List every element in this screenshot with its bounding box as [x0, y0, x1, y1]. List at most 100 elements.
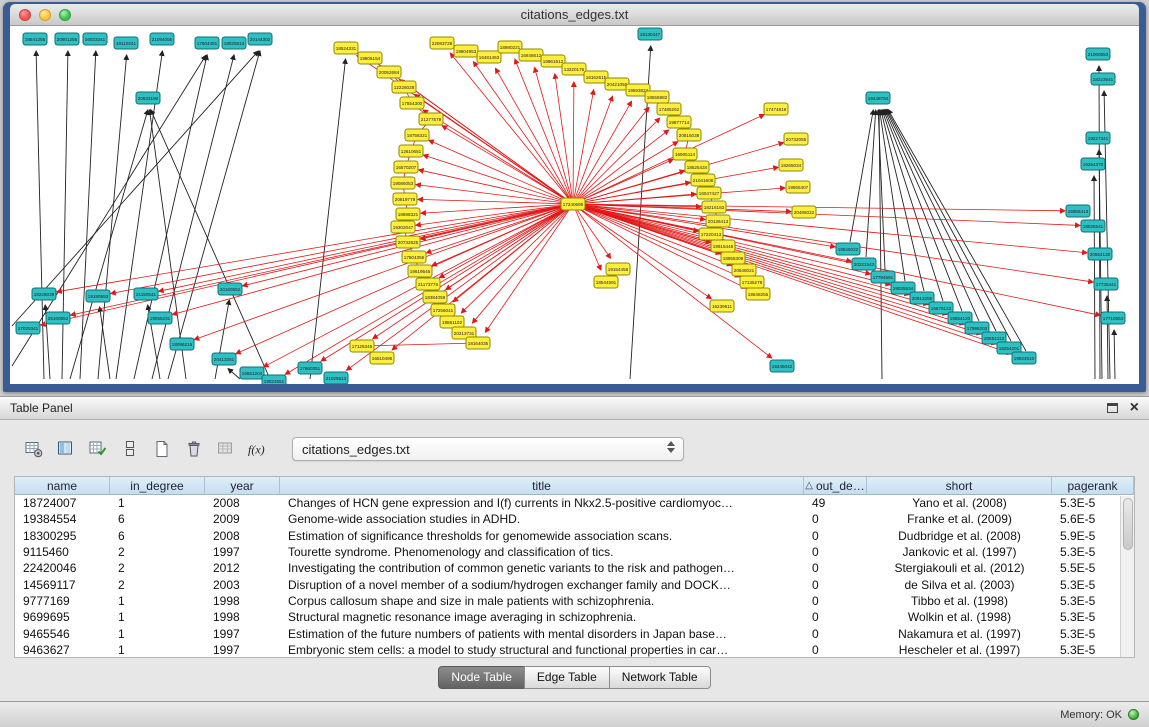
graph-node[interactable]: 19915445 [711, 240, 735, 252]
graph-node[interactable]: 22083728 [430, 37, 454, 49]
graph-node[interactable]: 18025513 [222, 37, 246, 49]
table-cell[interactable]: Tourette syndrome. Phenomenology and cla… [280, 544, 804, 560]
table-cell[interactable]: 9115460 [15, 544, 110, 560]
table-cell[interactable]: Estimation of significance thresholds fo… [280, 528, 804, 544]
network-table-selector[interactable]: citations_edges.txt [292, 437, 684, 461]
graph-node[interactable]: 21025513 [324, 372, 348, 384]
tab-node-table[interactable]: Node Table [438, 666, 525, 689]
edit-columns-button[interactable] [84, 436, 112, 462]
graph-node[interactable]: 18544591 [594, 276, 618, 288]
graph-node[interactable]: 18265034 [779, 159, 803, 171]
table-cell[interactable]: 2 [110, 560, 205, 576]
table-cell[interactable]: Dudbridge et al. (2008) [867, 528, 1052, 544]
table-cell[interactable]: 2008 [205, 528, 280, 544]
table-cell[interactable]: 18300295 [15, 528, 110, 544]
graph-node[interactable]: 19086053 [391, 177, 415, 189]
graph-node[interactable]: 20801255 [55, 33, 79, 45]
table-cell[interactable]: Nakamura et al. (1997) [867, 625, 1052, 641]
graph-node[interactable]: 17025341 [16, 322, 40, 334]
graph-node[interactable]: 17794561 [871, 271, 895, 283]
graph-node[interactable]: 20732625 [396, 236, 420, 248]
table-cell[interactable]: 9699695 [15, 609, 110, 625]
table-cell[interactable]: 22420046 [15, 560, 110, 576]
graph-node[interactable]: 18525434 [685, 161, 709, 173]
graph-node[interactable]: 17554300 [400, 97, 424, 109]
graph-node[interactable]: 20554130 [1088, 248, 1112, 260]
graph-node[interactable]: 19961612 [541, 55, 565, 67]
table-cell[interactable]: 1998 [205, 609, 280, 625]
row-height-button[interactable] [116, 436, 144, 462]
table-cell[interactable]: 1997 [205, 642, 280, 658]
graph-node[interactable]: 17485262 [657, 103, 681, 115]
graph-node[interactable]: 20633190 [136, 92, 160, 104]
graph-node[interactable]: 19448794 [866, 92, 890, 104]
column-header-short[interactable]: short [867, 477, 1052, 494]
table-cell[interactable]: Embryonic stem cells: a model to study s… [280, 642, 804, 658]
graph-node[interactable]: 17604491 [195, 37, 219, 49]
graph-node[interactable]: 21094055 [150, 33, 174, 45]
column-header-pagerank[interactable]: pagerank [1052, 477, 1134, 494]
graph-node[interactable]: 19190553 [86, 290, 110, 302]
table-cell[interactable]: 2012 [205, 560, 280, 576]
graph-node[interactable]: 20548021 [732, 264, 756, 276]
table-cell[interactable]: 0 [804, 511, 867, 527]
graph-node[interactable]: 17735441 [1094, 278, 1118, 290]
graph-node[interactable]: 18384059 [423, 291, 447, 303]
graph-node[interactable]: 20815038 [677, 129, 701, 141]
graph-node[interactable]: 20052684 [377, 66, 401, 78]
table-cell[interactable]: 1 [110, 495, 205, 511]
graph-node[interactable]: 18524331 [334, 42, 358, 54]
graph-node[interactable]: 18955309 [721, 252, 745, 264]
table-cell[interactable]: Changes of HCN gene expression and I(f) … [280, 495, 804, 511]
graph-node[interactable]: 19548255 [746, 288, 770, 300]
graph-node[interactable]: 19877714 [667, 116, 691, 128]
table-cell[interactable]: Jankovic et al. (1997) [867, 544, 1052, 560]
graph-node[interactable]: 18096215 [170, 338, 194, 350]
graph-node[interactable]: 21060553 [1086, 48, 1110, 60]
table-cell[interactable]: 0 [804, 642, 867, 658]
table-scrollbar[interactable] [1120, 496, 1134, 657]
table-cell[interactable]: 6 [110, 511, 205, 527]
graph-node[interactable]: 18698321 [396, 208, 420, 220]
graph-node[interactable]: 18130447 [638, 28, 662, 40]
tab-edge-table[interactable]: Edge Table [524, 666, 610, 689]
table-cell[interactable]: 2003 [205, 576, 280, 592]
table-cell[interactable]: 2 [110, 544, 205, 560]
graph-node[interactable]: 21150541 [134, 288, 158, 300]
graph-node[interactable]: 18758321 [405, 129, 429, 141]
graph-node[interactable]: 17125345 [350, 340, 374, 352]
graph-node[interactable]: 19805154 [358, 52, 382, 64]
table-row[interactable]: 2242004622012Investigating the contribut… [15, 560, 1134, 576]
table-cell[interactable]: Wolkin et al. (1998) [867, 609, 1052, 625]
table-cell[interactable]: 18724007 [15, 495, 110, 511]
graph-node[interactable]: 18555982 [645, 91, 669, 103]
graph-node[interactable]: 15955413 [1066, 205, 1090, 217]
graph-node[interactable]: 20485022 [792, 206, 816, 218]
table-cell[interactable]: 0 [804, 544, 867, 560]
graph-node[interactable]: 17256041 [431, 304, 455, 316]
graph-node[interactable]: 19861102 [440, 316, 464, 328]
table-cell[interactable]: 1997 [205, 544, 280, 560]
table-cell[interactable]: 1997 [205, 625, 280, 641]
graph-node[interactable]: 20819779 [393, 193, 417, 205]
import-table-button[interactable] [212, 436, 240, 462]
table-row[interactable]: 1830029562008Estimation of significance … [15, 528, 1134, 544]
graph-node[interactable]: 12226028 [392, 81, 416, 93]
graph-node[interactable]: 19924510 [1012, 352, 1036, 364]
table-options-button[interactable] [20, 436, 48, 462]
table-row[interactable]: 946554611997Estimation of the future num… [15, 625, 1134, 641]
graph-node[interactable]: 13220176 [562, 63, 586, 75]
table-cell[interactable]: 0 [804, 576, 867, 592]
table-cell[interactable]: Yano et al. (2008) [867, 495, 1052, 511]
graph-node[interactable]: 19154456 [606, 263, 630, 275]
graph-node[interactable]: 17604356 [402, 251, 426, 263]
graph-node[interactable]: 18845022 [836, 243, 860, 255]
graph-node[interactable]: 19804953 [454, 45, 478, 57]
graph-node[interactable]: 19024551 [262, 375, 286, 384]
graph-node[interactable]: 16023341 [83, 33, 107, 45]
table-row[interactable]: 946362711997Embryonic stem cells: a mode… [15, 642, 1134, 658]
graph-node[interactable]: 18226039 [32, 288, 56, 300]
table-cell[interactable]: 9463627 [15, 642, 110, 658]
column-header-year[interactable]: year [205, 477, 280, 494]
graph-node[interactable]: 19302047 [391, 221, 415, 233]
